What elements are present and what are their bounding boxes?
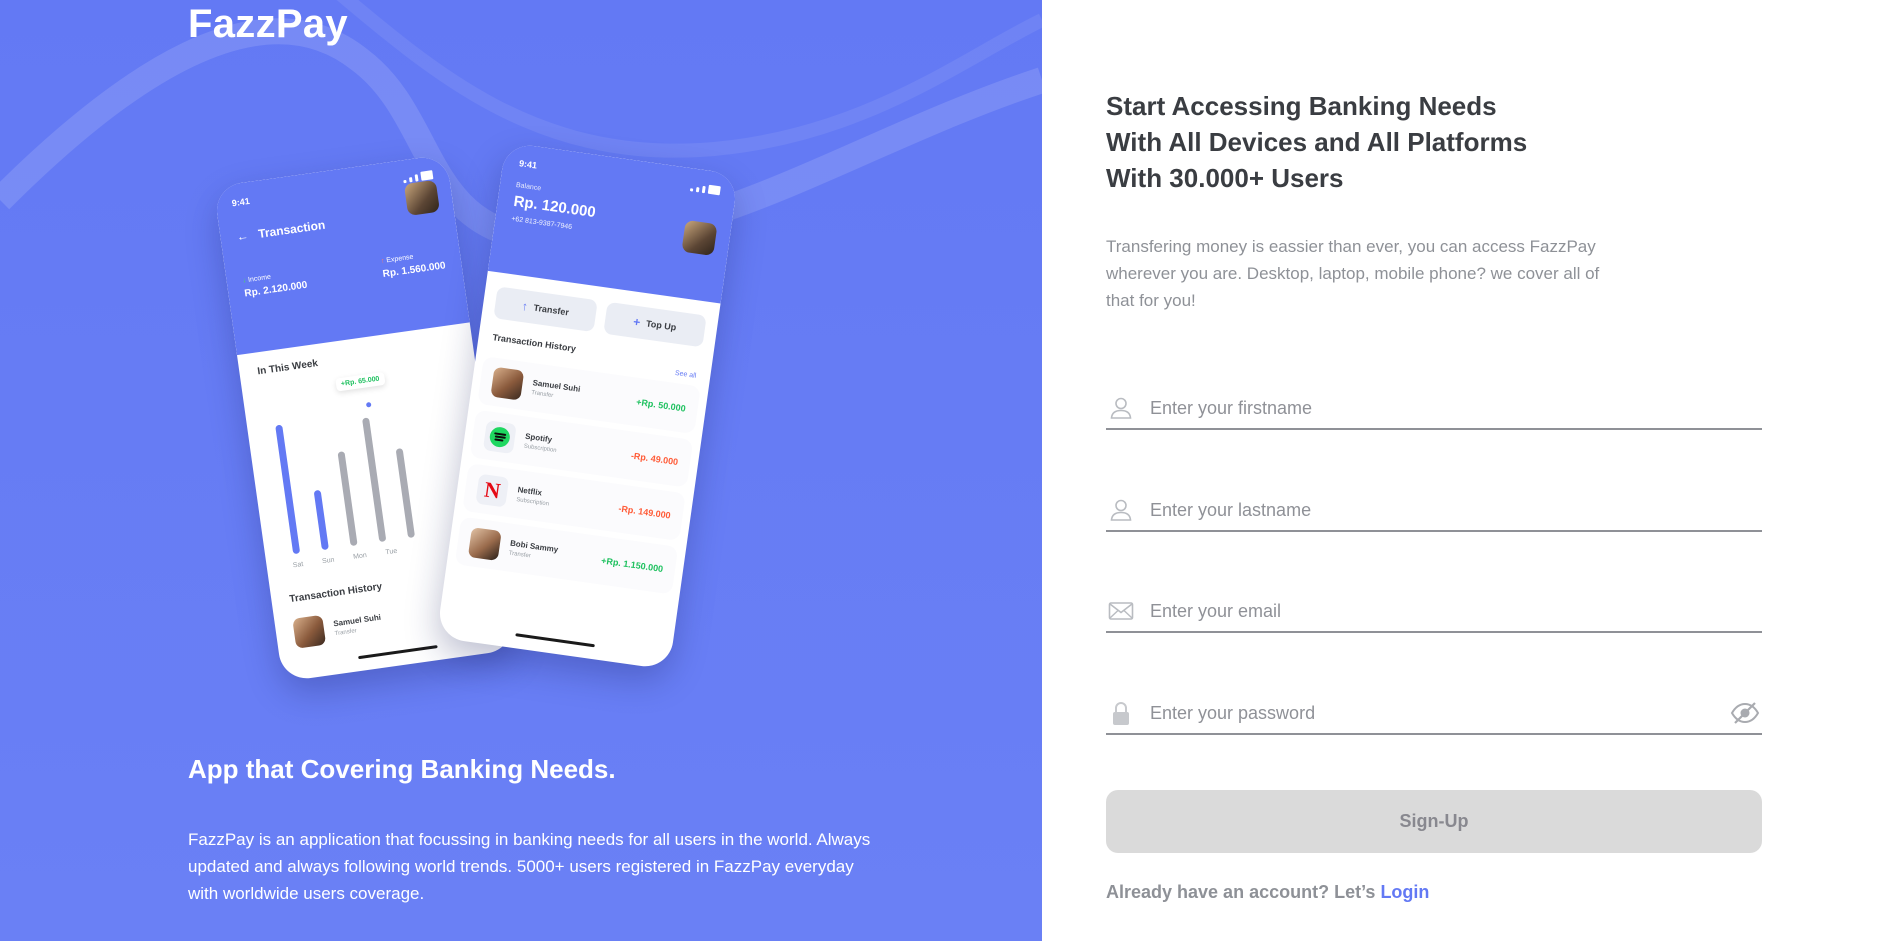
signup-panel: Start Accessing Banking Needs With All D… bbox=[1042, 0, 1889, 941]
day-label: Sun bbox=[321, 556, 335, 566]
plus-icon: + bbox=[632, 314, 642, 330]
avatar bbox=[490, 366, 525, 401]
weekly-bar-chart: +Rp. 65.000 bbox=[262, 371, 480, 555]
phone-mockups: 9:41 ← Transaction ↓ Income Rp. 2.120.00… bbox=[213, 142, 739, 688]
email-field bbox=[1106, 591, 1762, 633]
hero-panel: FazzPay 9:41 ← Transaction ↓ Income Rp. … bbox=[0, 0, 1042, 941]
signal-icon bbox=[689, 182, 721, 196]
user-icon bbox=[1110, 499, 1132, 521]
chart-bar bbox=[275, 424, 301, 555]
home-indicator bbox=[514, 633, 595, 648]
firstname-field bbox=[1106, 388, 1762, 430]
heading-line: Start Accessing Banking Needs bbox=[1106, 91, 1497, 121]
login-prompt: Already have an account? Let’s Login bbox=[1106, 882, 1429, 903]
day-label: Mon bbox=[352, 552, 368, 561]
hero-heading: App that Covering Banking Needs. bbox=[188, 754, 616, 784]
phone-home-mockup: 9:41 Balance Rp. 120.000 +62 813-9387-79… bbox=[436, 142, 739, 670]
password-field bbox=[1106, 693, 1762, 735]
heading-line: With 30.000+ Users bbox=[1106, 163, 1344, 193]
eye-off-icon[interactable] bbox=[1730, 700, 1760, 726]
avatar bbox=[292, 614, 327, 649]
password-input[interactable] bbox=[1150, 702, 1730, 724]
transaction-amount: -Rp. 49.000 bbox=[630, 450, 679, 468]
arrow-up-icon: ↑ bbox=[380, 257, 385, 266]
netflix-logo-icon: N bbox=[482, 476, 502, 504]
chart-tooltip: +Rp. 65.000 bbox=[335, 371, 386, 392]
avatar bbox=[681, 219, 718, 257]
chart-dot bbox=[363, 399, 374, 410]
arrow-down-icon: ↓ bbox=[242, 277, 247, 285]
user-icon bbox=[1110, 397, 1132, 419]
chart-bar bbox=[395, 447, 416, 539]
day-label: Sat bbox=[292, 560, 304, 570]
lastname-input[interactable] bbox=[1150, 499, 1762, 521]
email-input[interactable] bbox=[1150, 600, 1762, 622]
avatar bbox=[467, 527, 502, 561]
login-prompt-text: Already have an account? Let’s bbox=[1106, 882, 1376, 902]
signup-description: Transfering money is eassier than ever, … bbox=[1106, 237, 1600, 310]
income-expense-summary: ↓ Income Rp. 2.120.000 ↑ Expense Rp. 1.5… bbox=[242, 249, 446, 300]
login-link[interactable]: Login bbox=[1380, 882, 1429, 902]
brand-logo: FazzPay bbox=[188, 2, 348, 46]
transaction-amount: -Rp. 149.000 bbox=[617, 503, 672, 521]
phone-screen-title: Transaction bbox=[257, 217, 327, 241]
mail-icon bbox=[1108, 602, 1134, 620]
day-label: Tue bbox=[385, 547, 398, 557]
phone-header: 9:41 ← Transaction ↓ Income Rp. 2.120.00… bbox=[213, 154, 470, 356]
arrow-up-icon: ↑ bbox=[520, 298, 529, 314]
signup-button[interactable]: Sign-Up bbox=[1106, 790, 1762, 853]
firstname-input[interactable] bbox=[1150, 397, 1762, 419]
chart-bar bbox=[337, 451, 358, 547]
lastname-field bbox=[1106, 490, 1762, 532]
expense-label: Expense bbox=[385, 253, 414, 265]
back-arrow-icon: ← bbox=[235, 228, 250, 244]
transaction-amount: +Rp. 50.000 bbox=[635, 396, 687, 414]
transaction-amount: +Rp. 1.150.000 bbox=[600, 555, 664, 575]
lock-icon bbox=[1113, 702, 1129, 725]
avatar bbox=[403, 179, 440, 216]
chart-bar bbox=[362, 417, 387, 543]
spotify-logo-icon bbox=[488, 425, 512, 449]
hero-description: FazzPay is an application that focussing… bbox=[188, 830, 871, 903]
income-label: Income bbox=[247, 273, 272, 284]
heading-line: With All Devices and All Platforms bbox=[1106, 127, 1528, 157]
chart-bar bbox=[313, 489, 329, 551]
signup-heading: Start Accessing Banking Needs With All D… bbox=[1106, 88, 1566, 196]
see-all-link: See all bbox=[674, 369, 697, 380]
